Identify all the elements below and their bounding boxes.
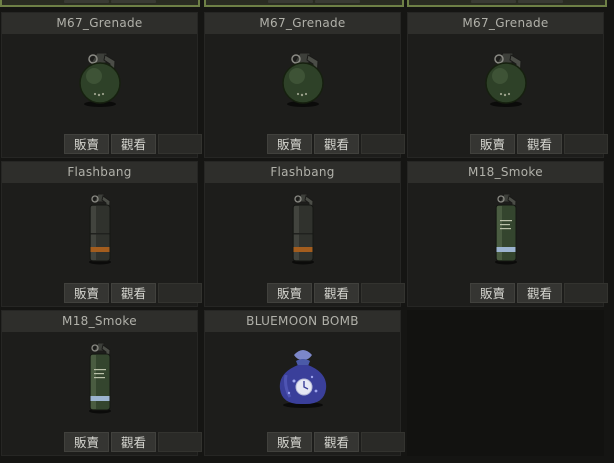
sell-button[interactable]: 販賣 [267,432,312,452]
item-name: Flashbang [2,162,197,183]
item-name: BLUEMOON BOMB [205,311,400,332]
item-actions: 販賣 觀看 [64,432,202,452]
item-image [2,332,197,424]
flashbang-grenade-icon [88,193,111,265]
item-image [2,183,197,275]
item-actions: 販賣 觀看 [470,134,608,154]
view-button[interactable]: 觀看 [314,283,359,303]
frag-grenade-icon [281,52,324,107]
bluemoon-bomb-icon [279,350,326,408]
empty-action-slot [564,283,608,303]
item-card[interactable]: M67_Grenade 販賣 觀看 [407,12,608,158]
item-actions: 販賣 觀看 [267,134,405,154]
previous-row-card [0,0,200,7]
item-card[interactable]: M18_Smoke 販賣 觀看 [407,161,608,307]
view-button[interactable]: 觀看 [111,432,156,452]
empty-action-slot [158,134,202,154]
view-button[interactable]: 觀看 [314,134,359,154]
view-button[interactable]: 觀看 [517,283,562,303]
frag-grenade-icon [78,52,121,107]
empty-action-slot [361,134,405,154]
item-actions: 販賣 觀看 [64,134,202,154]
item-card[interactable]: M18_Smoke 販賣 觀看 [1,310,202,456]
sell-button[interactable]: 販賣 [267,134,312,154]
item-name: M67_Grenade [205,13,400,34]
item-image [205,34,400,126]
item-actions: 販賣 觀看 [267,283,405,303]
item-name: M67_Grenade [408,13,603,34]
frag-grenade-icon [484,52,527,107]
item-image [2,34,197,126]
empty-action-slot [158,432,202,452]
item-name: M67_Grenade [2,13,197,34]
empty-inventory-slot [407,310,604,456]
item-image [205,332,400,424]
view-button[interactable]: 觀看 [517,134,562,154]
empty-action-slot [564,134,608,154]
item-image [205,183,400,275]
sell-button[interactable]: 販賣 [267,283,312,303]
smoke-grenade-icon [494,193,517,265]
sell-button[interactable]: 販賣 [470,134,515,154]
item-image [408,34,603,126]
item-card[interactable]: Flashbang 販賣 觀看 [204,161,405,307]
item-card[interactable]: Flashbang 販賣 觀看 [1,161,202,307]
previous-row-card [204,0,404,7]
empty-action-slot [361,432,405,452]
sell-button[interactable]: 販賣 [470,283,515,303]
previous-row-card [407,0,607,7]
item-name: M18_Smoke [408,162,603,183]
item-actions: 販賣 觀看 [267,432,405,452]
view-button[interactable]: 觀看 [111,283,156,303]
inventory-panel: M67_Grenade 販賣 觀看 M67_Grenade 販賣 觀看 M67_… [0,0,614,463]
item-card[interactable]: M67_Grenade 販賣 觀看 [204,12,405,158]
view-button[interactable]: 觀看 [111,134,156,154]
item-name: Flashbang [205,162,400,183]
empty-action-slot [158,283,202,303]
sell-button[interactable]: 販賣 [64,134,109,154]
item-card[interactable]: M67_Grenade 販賣 觀看 [1,12,202,158]
item-name: M18_Smoke [2,311,197,332]
item-actions: 販賣 觀看 [470,283,608,303]
sell-button[interactable]: 販賣 [64,432,109,452]
item-card[interactable]: BLUEMOON BOMB 販賣 觀看 [204,310,405,456]
smoke-grenade-icon [88,342,111,414]
view-button[interactable]: 觀看 [314,432,359,452]
empty-action-slot [361,283,405,303]
item-actions: 販賣 觀看 [64,283,202,303]
item-image [408,183,603,275]
flashbang-grenade-icon [291,193,314,265]
sell-button[interactable]: 販賣 [64,283,109,303]
